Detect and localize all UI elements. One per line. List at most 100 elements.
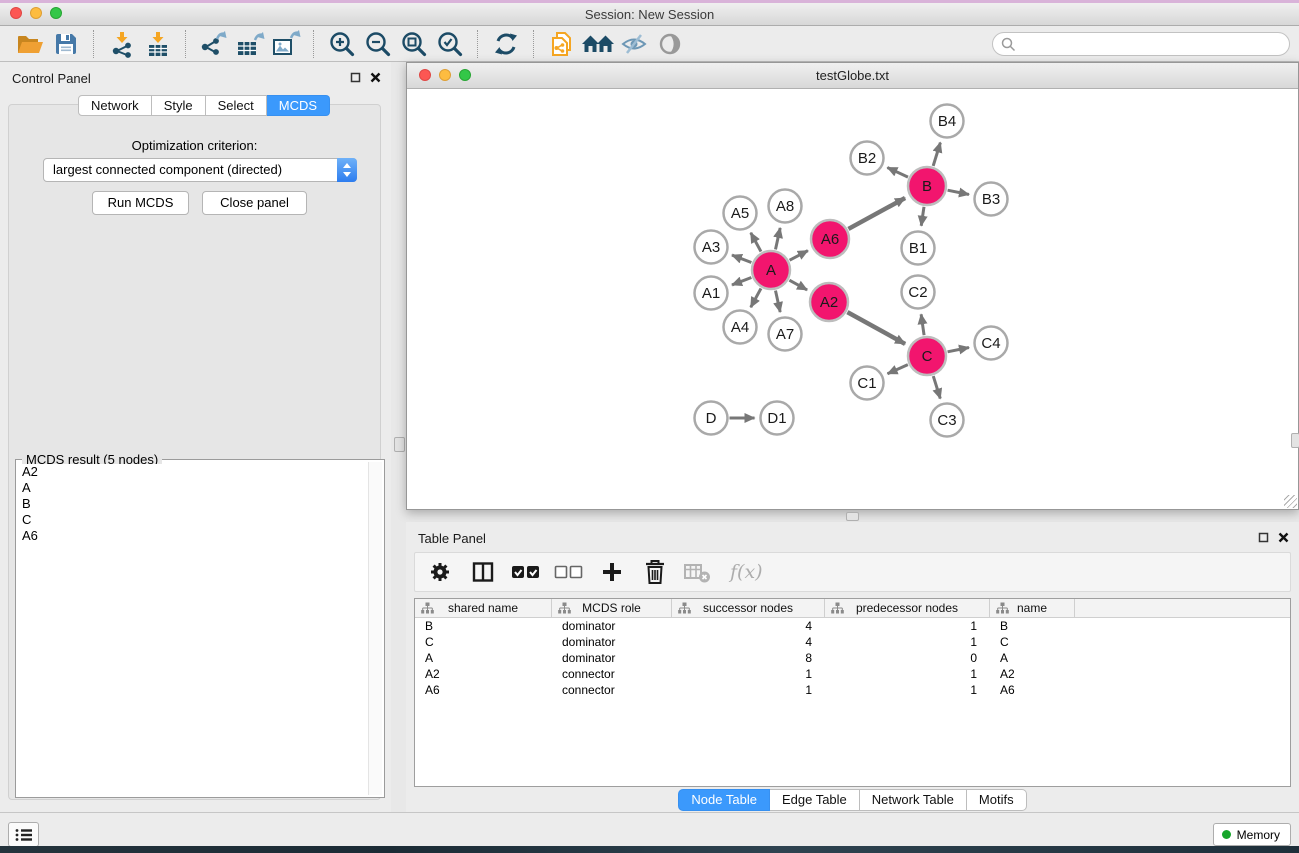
refresh-icon[interactable] [488, 28, 524, 60]
network-minimize-icon[interactable] [439, 69, 451, 81]
delete-icon[interactable] [640, 557, 670, 587]
import-table-icon[interactable] [140, 28, 176, 60]
tab-motifs[interactable]: Motifs [967, 789, 1027, 811]
column-header-successor-nodes[interactable]: successor nodes [672, 599, 825, 617]
table-cell[interactable]: connector [552, 683, 672, 697]
mcds-result-item[interactable]: A [18, 480, 367, 496]
column-header-MCDS-role[interactable]: MCDS role [552, 599, 672, 617]
table-row[interactable]: Adominator80A [415, 650, 1290, 666]
add-icon[interactable] [597, 557, 627, 587]
table-cell[interactable]: B [990, 619, 1075, 633]
tab-edge-table[interactable]: Edge Table [770, 789, 860, 811]
columns-icon[interactable] [468, 557, 498, 587]
table-cell[interactable]: 4 [672, 619, 825, 633]
graph-edge-C-C4[interactable] [948, 347, 969, 351]
settings-icon[interactable] [425, 557, 455, 587]
graph-edge-A-A4[interactable] [751, 288, 761, 307]
tab-mcds[interactable]: MCDS [267, 95, 330, 116]
select-all-icon[interactable] [511, 557, 541, 587]
unselect-all-icon[interactable] [554, 557, 584, 587]
graph-node-C1[interactable]: C1 [851, 367, 884, 400]
mcds-result-list[interactable]: A2ABCA6 [18, 464, 367, 795]
network-window-titlebar[interactable]: testGlobe.txt [407, 63, 1298, 89]
function-builder-icon[interactable]: f(x) [726, 561, 763, 583]
graph-edge-C-C2[interactable] [921, 314, 924, 335]
graph-node-A2[interactable]: A2 [810, 283, 848, 321]
dropdown-stepper-icon[interactable] [337, 158, 357, 182]
graph-node-C[interactable]: C [908, 337, 946, 375]
table-cell[interactable]: 1 [672, 683, 825, 697]
clear-table-icon[interactable] [683, 557, 713, 587]
table-cell[interactable]: 1 [825, 619, 990, 633]
graph-node-C4[interactable]: C4 [975, 327, 1008, 360]
table-row[interactable]: A6connector11A6 [415, 682, 1290, 698]
network-canvas[interactable]: B4B2BB3A8A5A6A3B1AC2A1A2A4A7C4CC1C3DD1 [407, 89, 1298, 509]
table-cell[interactable]: A [415, 651, 552, 665]
graph-node-A[interactable]: A [752, 251, 790, 289]
graph-edge-A-A2[interactable] [789, 280, 807, 290]
graph-node-D[interactable]: D [695, 402, 728, 435]
mcds-result-item[interactable]: A2 [18, 464, 367, 480]
table-cell[interactable]: connector [552, 667, 672, 681]
export-table-icon[interactable] [232, 28, 268, 60]
mcds-result-item[interactable]: C [18, 512, 367, 528]
graph-node-A8[interactable]: A8 [769, 190, 802, 223]
graph-edge-A-A6[interactable] [790, 251, 808, 261]
table-cell[interactable]: A [990, 651, 1075, 665]
graph-node-B[interactable]: B [908, 167, 946, 205]
run-mcds-button[interactable]: Run MCDS [92, 191, 189, 215]
main-titlebar[interactable]: Session: New Session [0, 3, 1299, 26]
table-cell[interactable]: dominator [552, 651, 672, 665]
table-cell[interactable]: A2 [415, 667, 552, 681]
optimization-select[interactable]: largest connected component (directed) [43, 158, 357, 182]
graph-node-A1[interactable]: A1 [695, 277, 728, 310]
graph-edge-B-B2[interactable] [887, 168, 908, 178]
memory-button[interactable]: Memory [1213, 823, 1291, 846]
table-row[interactable]: Cdominator41C [415, 634, 1290, 650]
table-cell[interactable]: B [415, 619, 552, 633]
graph-edge-C-C1[interactable] [888, 365, 908, 374]
graph-edge-B-B4[interactable] [933, 143, 940, 166]
show-graphics-icon[interactable] [652, 28, 688, 60]
graph-node-B4[interactable]: B4 [931, 105, 964, 138]
tab-network-table[interactable]: Network Table [860, 789, 967, 811]
graph-edge-B-B1[interactable] [921, 207, 924, 226]
zoom-in-icon[interactable] [324, 28, 360, 60]
right-splitter-handle[interactable] [1291, 433, 1299, 448]
graph-edge-C-C3[interactable] [933, 376, 940, 398]
graph-node-A3[interactable]: A3 [695, 231, 728, 264]
task-history-button[interactable] [8, 822, 39, 847]
graph-node-D1[interactable]: D1 [761, 402, 794, 435]
table-cell[interactable]: A6 [990, 683, 1075, 697]
table-cell[interactable]: 1 [825, 683, 990, 697]
open-icon[interactable] [12, 28, 48, 60]
table-cell[interactable]: 8 [672, 651, 825, 665]
home-icon[interactable] [580, 28, 616, 60]
mcds-result-item[interactable]: B [18, 496, 367, 512]
graph-node-A5[interactable]: A5 [724, 197, 757, 230]
table-cell[interactable]: 1 [672, 667, 825, 681]
clone-network-icon[interactable] [544, 28, 580, 60]
zoom-selected-icon[interactable] [432, 28, 468, 60]
close-panel-icon[interactable] [1278, 532, 1289, 543]
search-input[interactable] [1021, 34, 1280, 54]
graph-edge-A6-B[interactable] [848, 198, 905, 229]
search-field[interactable] [992, 32, 1290, 56]
mcds-result-item[interactable]: A6 [18, 528, 367, 544]
float-panel-icon[interactable] [1258, 532, 1269, 543]
graph-edge-A-A1[interactable] [732, 278, 751, 285]
close-panel-icon[interactable] [370, 72, 381, 83]
table-cell[interactable]: A6 [415, 683, 552, 697]
graph-node-C3[interactable]: C3 [931, 404, 964, 437]
table-cell[interactable]: C [415, 635, 552, 649]
column-header-name[interactable]: name [990, 599, 1075, 617]
close-panel-button[interactable]: Close panel [202, 191, 307, 215]
hide-graphics-icon[interactable] [616, 28, 652, 60]
vertical-splitter-handle[interactable] [394, 437, 405, 452]
graph-edge-A-A5[interactable] [751, 233, 761, 252]
export-network-icon[interactable] [196, 28, 232, 60]
tab-select[interactable]: Select [206, 95, 267, 116]
import-network-icon[interactable] [104, 28, 140, 60]
tab-network[interactable]: Network [78, 95, 152, 116]
save-icon[interactable] [48, 28, 84, 60]
